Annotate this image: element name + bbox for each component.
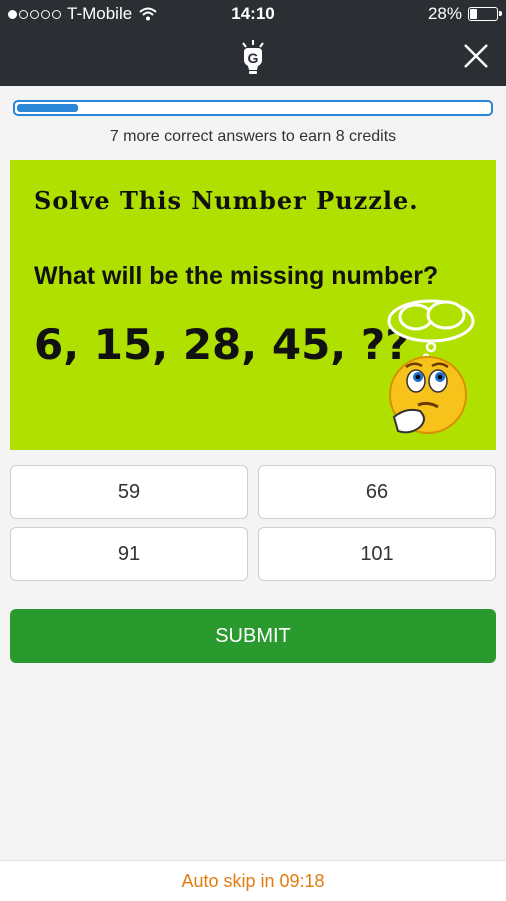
answer-option-1[interactable]: 59 [10, 465, 248, 519]
answer-option-2[interactable]: 66 [258, 465, 496, 519]
status-bar: T-Mobile 14:10 28% [0, 0, 506, 30]
answer-option-4[interactable]: 101 [258, 527, 496, 581]
svg-text:G: G [248, 50, 259, 66]
auto-skip-timer: Auto skip in 09:18 [0, 860, 506, 901]
puzzle-image: Solve This Number Puzzle. What will be t… [10, 160, 496, 450]
close-icon[interactable] [462, 42, 490, 70]
progress-bar [13, 100, 493, 116]
submit-button[interactable]: SUBMIT [10, 609, 496, 663]
progress-section: 7 more correct answers to earn 8 credits [0, 86, 506, 158]
battery-icon [468, 7, 502, 21]
answer-option-3[interactable]: 91 [10, 527, 248, 581]
puzzle-sequence: 6, 15, 28, 45, ?? [34, 320, 410, 369]
progress-text: 7 more correct answers to earn 8 credits [109, 128, 397, 145]
progress-fill [17, 104, 78, 112]
top-bar: T-Mobile 14:10 28% G [0, 0, 506, 86]
puzzle-title: Solve This Number Puzzle. [34, 186, 419, 215]
thinking-face-icon [387, 299, 475, 434]
puzzle-question: What will be the missing number? [34, 262, 439, 290]
lightbulb-g-logo-icon: G [242, 40, 264, 74]
battery-group: 28% [427, 4, 502, 24]
battery-percent: 28% [427, 4, 462, 23]
